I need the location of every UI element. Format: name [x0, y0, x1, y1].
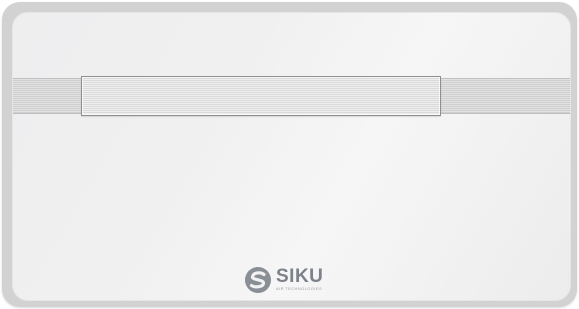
brand-logo: SIKU AIR TECHNOLOGIES [244, 266, 354, 294]
air-conditioner-unit: SIKU AIR TECHNOLOGIES [2, 2, 577, 307]
front-panel: SIKU AIR TECHNOLOGIES [12, 12, 571, 301]
siku-s-logo-icon [245, 267, 271, 293]
product-photo: SIKU AIR TECHNOLOGIES [0, 0, 579, 309]
air-outlet-flap [81, 76, 441, 116]
brand-tagline: AIR TECHNOLOGIES [276, 286, 322, 291]
brand-name: SIKU [276, 266, 324, 287]
